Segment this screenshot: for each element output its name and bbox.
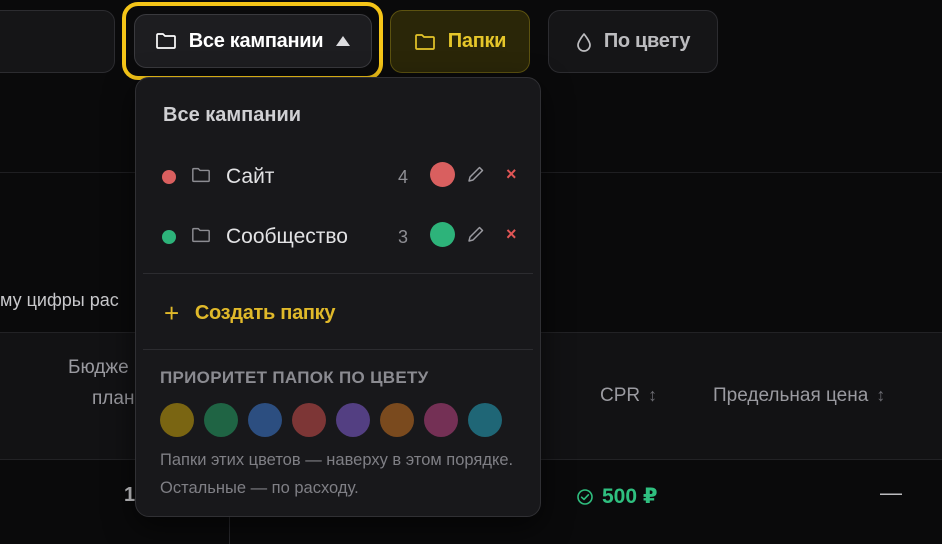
- column-limit-price[interactable]: Предельная цена ↕: [713, 385, 885, 407]
- by-color-label: По цвету: [603, 30, 691, 52]
- palette-color-swatch[interactable]: [160, 403, 194, 437]
- drop-icon: [576, 32, 591, 52]
- folder-icon: [155, 33, 176, 49]
- folder-row[interactable]: Сообщество 3 ×: [136, 216, 540, 256]
- folder-row[interactable]: Сайт 4 ×: [136, 156, 540, 196]
- check-circle-icon: [577, 488, 593, 505]
- limit-price-value: —: [880, 480, 902, 505]
- plus-icon: +: [164, 298, 179, 328]
- column-limit-price-label: Предельная цена: [713, 385, 869, 406]
- create-folder-label: Создать папку: [194, 302, 336, 324]
- folders-button[interactable]: Папки: [390, 10, 530, 73]
- folder-icon: [192, 167, 210, 183]
- palette-color-swatch[interactable]: [204, 403, 238, 437]
- description-text: му цифры рас: [0, 290, 119, 310]
- palette-color-swatch[interactable]: [380, 403, 414, 437]
- folders-label: Папки: [447, 30, 507, 52]
- folder-name: Сообщество: [226, 225, 348, 248]
- pencil-icon[interactable]: [466, 224, 486, 244]
- palette-color-swatch[interactable]: [292, 403, 326, 437]
- divider: [143, 273, 533, 274]
- palette-color-swatch[interactable]: [468, 403, 502, 437]
- budget-value: 1: [124, 484, 136, 506]
- cpr-value: 500 ₽: [576, 484, 657, 509]
- sort-icon[interactable]: ↕: [648, 385, 657, 406]
- folder-icon: [192, 227, 210, 243]
- palette-color-swatch[interactable]: [424, 403, 458, 437]
- priority-title: ПРИОРИТЕТ ПАПОК ПО ЦВЕТУ: [160, 368, 429, 387]
- dropdown-all-campaigns[interactable]: Все кампании: [163, 104, 301, 127]
- cpr-value-text: 500 ₽: [602, 485, 658, 508]
- pencil-icon[interactable]: [466, 164, 486, 184]
- folder-icon: [414, 33, 435, 50]
- delete-icon[interactable]: ×: [506, 164, 517, 185]
- all-campaigns-label: Все кампании: [188, 29, 324, 52]
- campaign-folder-dropdown: Все кампании Сайт 4 × Сообщество 3 × + С…: [135, 77, 541, 517]
- column-budget-line2[interactable]: план: [92, 388, 134, 410]
- folder-color-dot: [162, 230, 176, 244]
- folder-count: 4: [398, 167, 409, 187]
- palette-color-swatch[interactable]: [248, 403, 282, 437]
- folder-color-swatch[interactable]: [430, 162, 455, 187]
- divider: [143, 349, 533, 350]
- folder-name: Сайт: [226, 165, 275, 188]
- folder-color-dot: [162, 170, 176, 184]
- by-color-button[interactable]: По цвету: [548, 10, 718, 73]
- toolbar-button-partial[interactable]: [0, 10, 115, 73]
- folder-count: 3: [398, 227, 409, 247]
- palette-color-swatch[interactable]: [336, 403, 370, 437]
- caret-up-icon: [336, 36, 351, 46]
- delete-icon[interactable]: ×: [506, 224, 517, 245]
- all-campaigns-button[interactable]: Все кампании: [134, 14, 372, 68]
- color-priority-palette: [160, 403, 502, 437]
- column-cpr[interactable]: CPR ↕: [600, 385, 657, 407]
- folder-color-swatch[interactable]: [430, 222, 455, 247]
- create-folder-button[interactable]: + Создать папку: [164, 298, 336, 329]
- column-budget-line1[interactable]: Бюдже: [68, 357, 129, 379]
- sort-icon[interactable]: ↕: [876, 385, 885, 406]
- column-cpr-label: CPR: [600, 385, 641, 406]
- priority-hint: Папки этих цветов — наверху в этом поряд…: [160, 451, 514, 497]
